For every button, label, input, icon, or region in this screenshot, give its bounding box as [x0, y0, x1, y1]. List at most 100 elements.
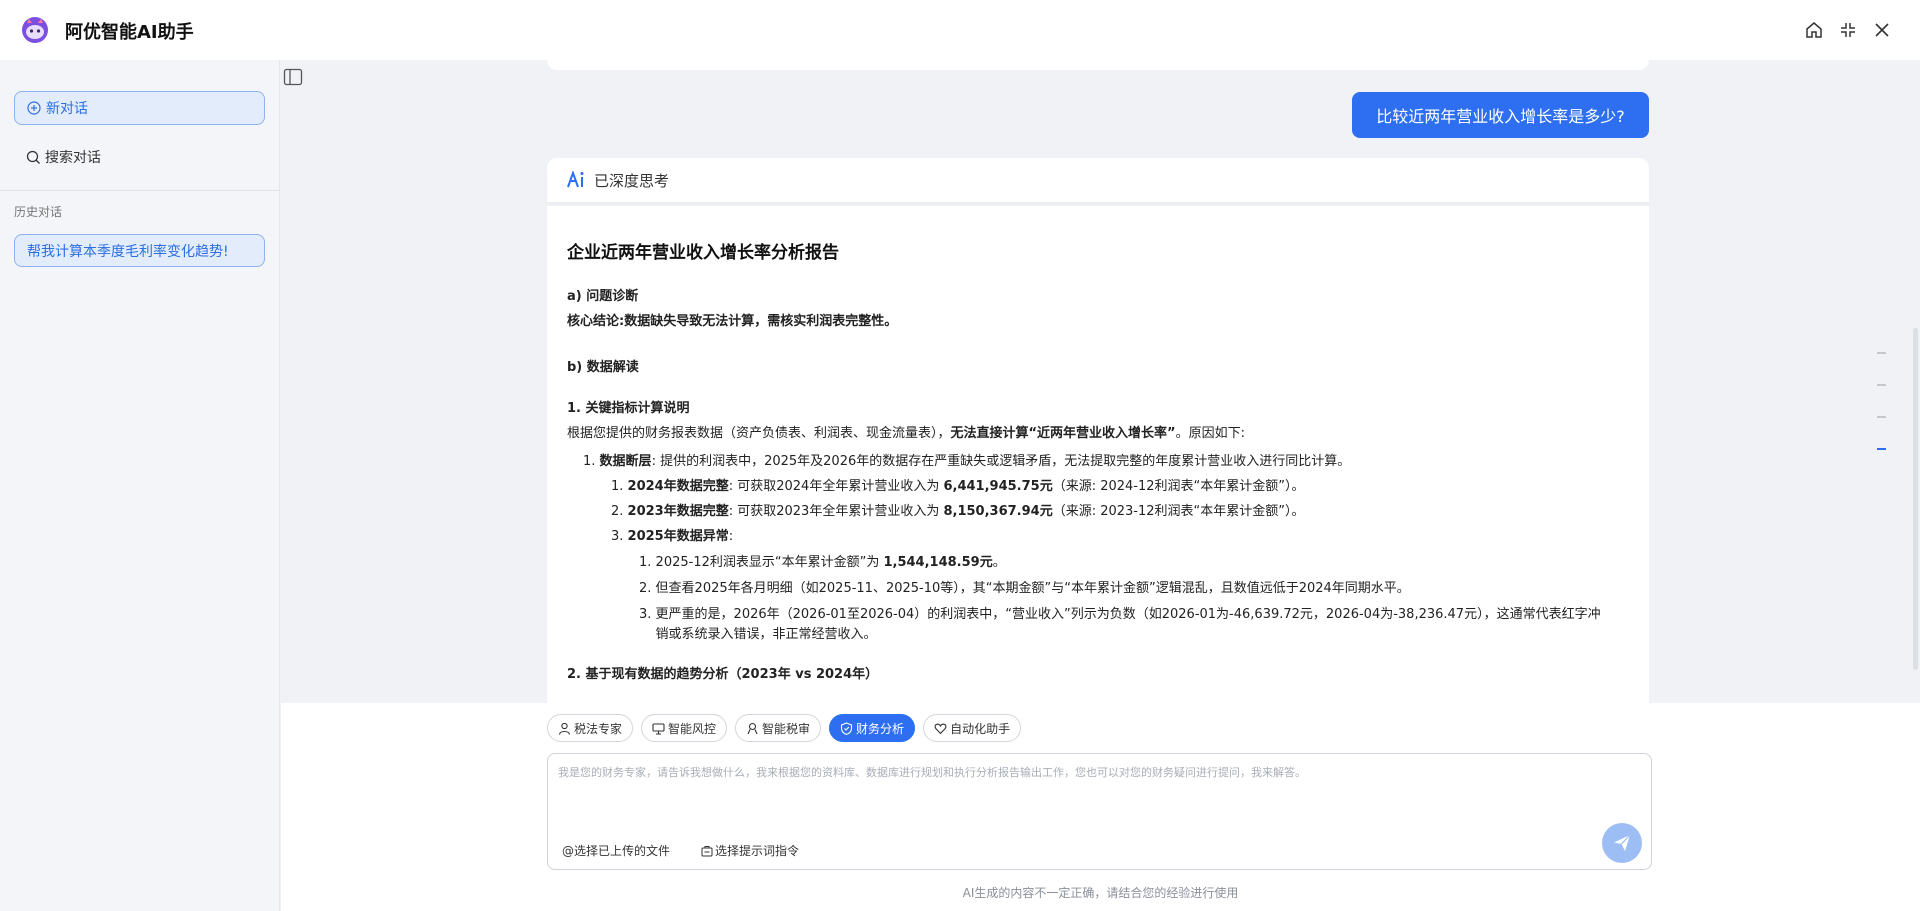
- prompt-icon: [701, 845, 713, 856]
- intro-post: 。原因如下:: [1175, 426, 1245, 441]
- scrollbar[interactable]: [1913, 328, 1918, 670]
- tab-label: 自动化助手: [950, 721, 1011, 736]
- select-prompt-label: 选择提示词指令: [715, 844, 800, 858]
- list-item: 1. 2024年数据完整: 可获取2024年全年累计营业收入为 6,441,94…: [567, 477, 1629, 497]
- audit-icon: [747, 722, 758, 734]
- core-conclusion: 核心结论:数据缺失导致无法计算，需核实利润表完整性。: [567, 312, 1629, 332]
- list-number: 1.: [583, 454, 596, 469]
- tab-tax-expert[interactable]: 税法专家: [547, 714, 634, 742]
- top-bar: 阿优智能AI助手: [0, 0, 1920, 60]
- ai-answer-card: 企业近两年营业收入增长率分析报告 a) 问题诊断 核心结论:数据缺失导致无法计算…: [547, 206, 1649, 703]
- collapse-icon[interactable]: [1838, 20, 1858, 40]
- history-item[interactable]: 帮我计算本季度毛利率变化趋势!: [14, 234, 265, 267]
- tab-label: 税法专家: [574, 721, 623, 736]
- chat-area: 比较近两年营业收入增长率是多少? 已深度思考 企业近两年营业收入增长率分析报告 …: [281, 60, 1920, 703]
- item-bold: 2025年数据异常: [627, 529, 729, 544]
- shield-icon: [840, 721, 853, 735]
- report-title: 企业近两年营业收入增长率分析报告: [567, 243, 839, 263]
- send-icon: [1614, 834, 1631, 851]
- list-number: 1.: [611, 479, 624, 494]
- item-text: 更严重的是，2026年（2026-01至2026-04）的利润表中，“营业收入”…: [655, 607, 1601, 642]
- item-text: （来源: 2023-12利润表“本年累计金额”）。: [1052, 504, 1305, 519]
- previous-message-card: [547, 60, 1649, 70]
- input-area: 税法专家 智能风控 智能税审 财务分析 自动化助手 @选择已上传的文件 选择提示…: [281, 703, 1920, 911]
- search-icon: [26, 150, 40, 164]
- search-chat-button[interactable]: 搜索对话: [14, 140, 265, 174]
- intro-pre: 根据您提供的财务报表数据（资产负债表、利润表、现金流量表），: [567, 426, 951, 441]
- item-bold: 2024年数据完整: [627, 479, 729, 494]
- nav-dot-active[interactable]: [1877, 448, 1886, 450]
- item-text: （来源: 2024-12利润表“本年累计金额”）。: [1052, 479, 1305, 494]
- list-item: 1. 2025-12利润表显示“本年累计金额”为 1,544,148.59元。: [567, 553, 1629, 573]
- tab-label: 财务分析: [856, 721, 905, 736]
- app-logo-icon: [22, 17, 48, 43]
- nav-dot[interactable]: [1877, 384, 1886, 386]
- history-label: 历史对话: [14, 205, 63, 219]
- item-text: 2025-12利润表显示“本年累计金额”为: [655, 555, 884, 570]
- sidebar-toggle-icon[interactable]: [283, 68, 303, 86]
- subsection-1-heading: 1. 关键指标计算说明: [567, 401, 690, 416]
- intro-paragraph: 根据您提供的财务报表数据（资产负债表、利润表、现金流量表），无法直接计算“近两年…: [567, 424, 1629, 444]
- user-icon: [558, 722, 571, 735]
- list-number: 1.: [639, 555, 652, 570]
- deep-thinking-header[interactable]: 已深度思考: [547, 158, 1649, 202]
- list-item: 2. 但查看2025年各月明细（如2025-11、2025-10等），其“本期金…: [567, 579, 1629, 599]
- core-label: 核心结论:: [567, 314, 625, 329]
- home-icon[interactable]: [1804, 20, 1824, 40]
- section-b-heading: b) 数据解读: [567, 360, 639, 375]
- agent-tabs: 税法专家 智能风控 智能税审 财务分析 自动化助手: [547, 714, 1022, 742]
- list-number: 2.: [611, 504, 624, 519]
- subsection-2-heading: 2. 基于现有数据的趋势分析（2023年 vs 2024年）: [567, 667, 879, 682]
- app-title: 阿优智能AI助手: [65, 22, 194, 43]
- list-item: 3. 更严重的是，2026年（2026-01至2026-04）的利润表中，“营业…: [567, 605, 1629, 645]
- message-input-box: @选择已上传的文件 选择提示词指令: [547, 753, 1652, 870]
- new-chat-button[interactable]: 新对话: [14, 91, 265, 125]
- message-input[interactable]: [558, 764, 1628, 804]
- reason-list: 1. 数据断层: 提供的利润表中，2025年及2026年的数据存在严重缺失或逻辑…: [567, 452, 1629, 645]
- item-text: : 提供的利润表中，2025年及2026年的数据存在严重缺失或逻辑矛盾，无法提取…: [651, 454, 1351, 469]
- nav-dot[interactable]: [1877, 352, 1886, 354]
- item-text: 。: [992, 555, 1006, 570]
- list-number: 3.: [639, 607, 652, 622]
- item-bold: 2023年数据完整: [627, 504, 729, 519]
- tab-label: 智能税审: [762, 721, 811, 736]
- list-item: 3. 2025年数据异常:: [567, 527, 1629, 547]
- tab-financial-analysis[interactable]: 财务分析: [829, 714, 916, 742]
- ai-disclaimer: AI生成的内容不一定正确，请结合您的经验进行使用: [962, 886, 1239, 900]
- tab-risk-control[interactable]: 智能风控: [641, 714, 728, 742]
- item-value: 1,544,148.59元: [883, 555, 993, 570]
- send-button[interactable]: [1602, 823, 1642, 863]
- tab-label: 智能风控: [668, 721, 717, 736]
- item-text: : 可获取2023年全年累计营业收入为: [728, 504, 944, 519]
- item-value: 8,150,367.94元: [943, 504, 1053, 519]
- list-item: 1. 数据断层: 提供的利润表中，2025年及2026年的数据存在严重缺失或逻辑…: [567, 452, 1629, 472]
- core-text: 数据缺失导致无法计算，需核实利润表完整性。: [624, 314, 898, 329]
- heart-icon: [934, 723, 947, 734]
- item-text: :: [728, 529, 734, 544]
- list-number: 3.: [611, 529, 624, 544]
- item-bold: 数据断层: [599, 454, 652, 469]
- monitor-icon: [652, 722, 665, 735]
- close-icon[interactable]: [1872, 20, 1892, 40]
- new-chat-label: 新对话: [46, 101, 88, 117]
- select-prompt-button[interactable]: 选择提示词指令: [701, 842, 799, 859]
- section-a-heading: a) 问题诊断: [567, 289, 639, 304]
- tab-tax-audit[interactable]: 智能税审: [735, 714, 822, 742]
- thinking-label: 已深度思考: [594, 171, 670, 190]
- select-file-button[interactable]: @选择已上传的文件: [562, 842, 670, 859]
- item-text: : 可获取2024年全年累计营业收入为: [728, 479, 944, 494]
- sidebar: 新对话 搜索对话 历史对话 帮我计算本季度毛利率变化趋势!: [0, 60, 280, 911]
- item-value: 6,441,945.75元: [943, 479, 1053, 494]
- list-item: 2. 2023年数据完整: 可获取2023年全年累计营业收入为 8,150,36…: [567, 502, 1629, 522]
- message-navigator[interactable]: [1877, 352, 1887, 480]
- sidebar-divider: [0, 190, 279, 191]
- plus-circle-icon: [27, 101, 41, 115]
- user-message-bubble: 比较近两年营业收入增长率是多少?: [1352, 92, 1649, 138]
- intro-bold: 无法直接计算“近两年营业收入增长率”: [950, 426, 1176, 441]
- select-file-label: @选择已上传的文件: [562, 844, 671, 858]
- item-text: 但查看2025年各月明细（如2025-11、2025-10等），其“本期金额”与…: [655, 581, 1410, 596]
- list-number: 2.: [639, 581, 652, 596]
- search-chat-label: 搜索对话: [45, 150, 101, 166]
- nav-dot[interactable]: [1877, 416, 1886, 418]
- tab-automation-assistant[interactable]: 自动化助手: [923, 714, 1022, 742]
